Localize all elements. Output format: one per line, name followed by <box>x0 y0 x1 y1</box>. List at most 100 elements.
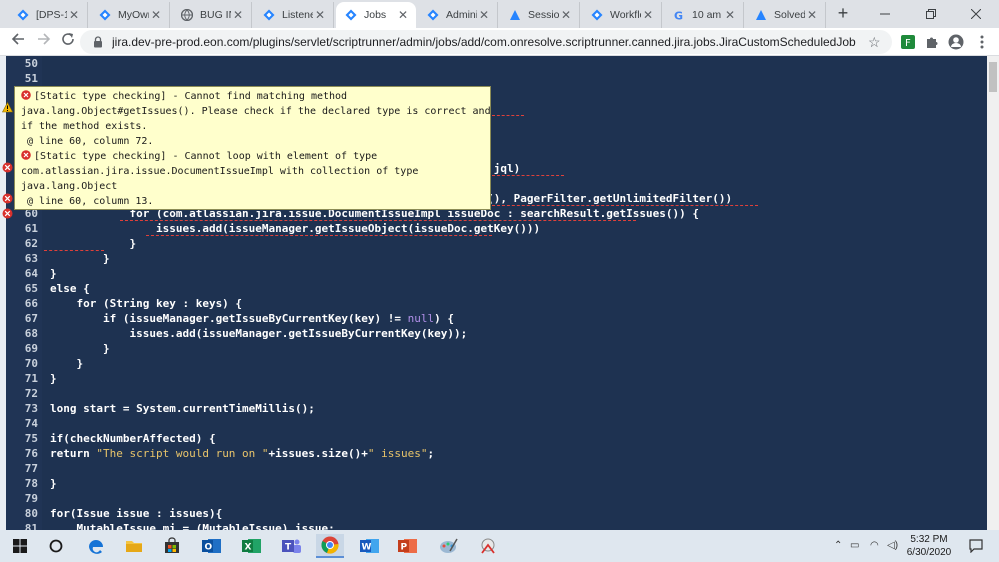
store-taskbar-button[interactable] <box>158 534 186 558</box>
menu-button[interactable] <box>972 32 992 52</box>
code-text: } <box>50 357 84 370</box>
forward-button[interactable] <box>34 32 54 52</box>
code-line: 66 for (String key : keys) { <box>0 296 999 311</box>
start-button[interactable] <box>6 534 34 558</box>
warning-icon <box>2 102 13 113</box>
tab-strip: [DPS-15✕MyOwn✕BUG IN✕Listener✕Jobs✕Admin… <box>0 0 999 28</box>
browser-tab[interactable]: Session✕ <box>500 2 580 28</box>
tab-favicon-icon <box>16 8 30 22</box>
address-bar[interactable]: jira.dev-pre-prod.eon.com/plugins/servle… <box>80 30 892 54</box>
tab-close-icon[interactable]: ✕ <box>231 8 245 22</box>
tab-close-icon[interactable]: ✕ <box>67 8 81 22</box>
tray-chevron-icon[interactable]: ⌃ <box>834 540 842 551</box>
svg-text:T: T <box>285 543 292 553</box>
browser-tab[interactable]: Listener✕ <box>254 2 334 28</box>
tooltip-line: [Static type checking] - Cannot find mat… <box>34 91 348 102</box>
editor-scrollbar[interactable] <box>987 56 999 530</box>
svg-text:F: F <box>905 38 911 49</box>
code-line: 50 <box>0 56 999 71</box>
line-number: 70 <box>24 357 38 370</box>
chrome-taskbar-button[interactable] <box>316 534 344 558</box>
line-number: 68 <box>24 327 38 340</box>
restore-button[interactable] <box>908 0 954 28</box>
browser-tab[interactable]: G 10 am c✕ <box>664 2 744 28</box>
minimize-icon <box>880 13 890 15</box>
tab-favicon-icon <box>98 8 112 22</box>
tab-title: Jobs <box>364 9 387 21</box>
profile-button[interactable] <box>946 32 966 52</box>
excel-taskbar-button[interactable]: X <box>238 534 266 558</box>
minimize-button[interactable] <box>862 0 908 28</box>
error-underline <box>492 204 758 206</box>
extensions-button[interactable] <box>922 32 942 52</box>
volume-icon[interactable]: ◁) <box>887 540 898 551</box>
reload-button[interactable] <box>58 32 78 52</box>
code-line: 79 <box>0 491 999 506</box>
tab-close-icon[interactable]: ✕ <box>313 8 327 22</box>
browser-tab[interactable]: BUG IN✕ <box>172 2 252 28</box>
browser-tab[interactable]: [DPS-15✕ <box>8 2 88 28</box>
wifi-icon[interactable]: ◠ <box>870 540 879 551</box>
code-line: 81 MutableIssue mi = (MutableIssue) issu… <box>0 521 999 530</box>
code-line: 69 } <box>0 341 999 356</box>
tab-close-icon[interactable]: ✕ <box>149 8 163 22</box>
tab-title: Listener <box>282 9 313 21</box>
browser-tab[interactable]: Workflo✕ <box>582 2 662 28</box>
powerpoint-icon: P <box>398 539 417 553</box>
browser-toolbar: jira.dev-pre-prod.eon.com/plugins/servle… <box>0 28 999 56</box>
tab-close-icon[interactable]: ✕ <box>559 8 573 22</box>
error-underline <box>44 249 104 251</box>
code-line: 62 } <box>0 236 999 251</box>
scrollbar-thumb[interactable] <box>989 62 997 92</box>
code-text: } <box>50 342 110 355</box>
tab-title: MyOwn <box>118 9 149 21</box>
close-window-button[interactable] <box>953 0 999 28</box>
tooltip-line: java.lang.Object#getIssues(). Please che… <box>21 106 491 117</box>
tab-close-icon[interactable]: ✕ <box>723 8 737 22</box>
powerpoint-taskbar-button[interactable]: P <box>394 534 422 558</box>
file-explorer-taskbar-button[interactable] <box>120 534 148 558</box>
teams-taskbar-button[interactable]: T <box>278 534 306 558</box>
notifications-button[interactable] <box>962 534 990 558</box>
system-clock[interactable]: 5:32 PM 6/30/2020 <box>899 533 959 559</box>
extension-app-icon: F <box>901 35 915 49</box>
browser-tab[interactable]: Admini ✕ <box>418 2 498 28</box>
app-taskbar-button[interactable] <box>474 534 502 558</box>
error-underline <box>120 219 636 221</box>
new-tab-button[interactable]: + <box>833 4 853 24</box>
error-icon <box>21 150 31 160</box>
code-line: 70 } <box>0 356 999 371</box>
browser-tab[interactable]: MyOwn✕ <box>90 2 170 28</box>
code-text: } <box>50 477 57 490</box>
bookmark-star-icon[interactable]: ☆ <box>868 34 886 51</box>
back-button[interactable] <box>8 32 28 52</box>
browser-tab[interactable]: Jobs ✕ <box>336 2 416 28</box>
tab-title: Solved <box>774 9 805 21</box>
line-number: 61 <box>24 222 38 235</box>
extension-button[interactable]: F <box>898 32 918 52</box>
windows-taskbar: O X T W P ⌃ ▭ ◠ ◁) 5:32 PM 6/30/2020 <box>0 530 999 562</box>
battery-icon[interactable]: ▭ <box>850 540 859 551</box>
browser-tab[interactable]: Solved ✕ <box>746 2 826 28</box>
code-line: 75 if(checkNumberAffected) { <box>0 431 999 446</box>
more-vertical-icon <box>980 35 984 49</box>
code-line: 71} <box>0 371 999 386</box>
tab-favicon-icon: G <box>672 8 686 22</box>
line-number: 62 <box>24 237 38 250</box>
word-taskbar-button[interactable]: W <box>356 534 384 558</box>
paint-icon <box>440 538 458 553</box>
tab-close-icon[interactable]: ✕ <box>396 8 410 22</box>
tab-close-icon[interactable]: ✕ <box>477 8 491 22</box>
tab-title: BUG IN <box>200 9 231 21</box>
app-taskbar-button[interactable] <box>434 534 462 558</box>
cortana-button[interactable] <box>42 534 70 558</box>
store-bag-icon <box>165 537 179 553</box>
edge-taskbar-button[interactable] <box>82 534 110 558</box>
forward-arrow-icon <box>38 33 51 45</box>
tab-close-icon[interactable]: ✕ <box>641 8 655 22</box>
outlook-taskbar-button[interactable]: O <box>198 534 226 558</box>
svg-text:G: G <box>674 10 683 22</box>
tab-close-icon[interactable]: ✕ <box>805 8 819 22</box>
line-number: 81 <box>24 522 38 530</box>
edge-icon <box>89 540 103 554</box>
